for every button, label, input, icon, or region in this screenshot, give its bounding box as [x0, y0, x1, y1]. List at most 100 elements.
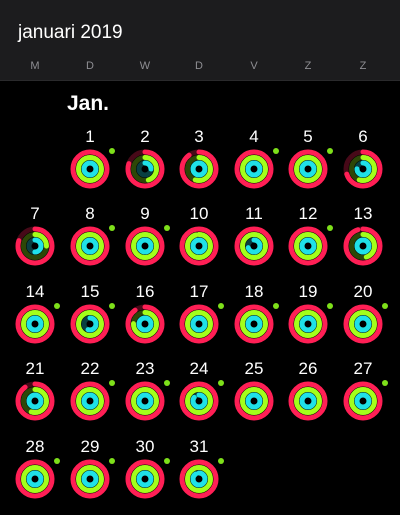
calendar-day[interactable]: 1 — [63, 127, 117, 201]
goal-achieved-dot — [273, 148, 279, 154]
ring-progress — [81, 392, 99, 410]
ring-progress — [245, 392, 263, 410]
calendar-day[interactable]: 17 — [172, 282, 226, 356]
day-number: 26 — [298, 359, 318, 378]
activity-rings-icon — [125, 304, 165, 344]
activity-rings-icon — [70, 226, 110, 266]
activity-rings-icon — [125, 149, 165, 189]
activity-rings-icon — [125, 381, 165, 421]
calendar-day[interactable]: 5 — [281, 127, 335, 201]
goal-achieved-dot — [109, 380, 115, 386]
day-number: 8 — [85, 204, 95, 223]
ring-progress — [190, 160, 208, 178]
day-number: 2 — [140, 127, 150, 146]
day-number: 1 — [85, 127, 95, 146]
day-number: 31 — [189, 437, 209, 456]
calendar-day[interactable]: 29 — [63, 437, 117, 511]
calendar-day[interactable]: 11 — [227, 204, 281, 278]
ring-progress — [136, 237, 154, 255]
day-number: 16 — [135, 282, 155, 301]
calendar-day[interactable]: 13 — [336, 204, 390, 278]
goal-achieved-dot — [109, 148, 115, 154]
activity-rings-icon — [179, 381, 219, 421]
ring-progress — [136, 470, 154, 488]
day-number: 23 — [135, 359, 155, 378]
calendar-day[interactable]: 26 — [281, 359, 335, 433]
ring-progress — [26, 392, 44, 410]
calendar-day[interactable]: 22 — [63, 359, 117, 433]
ring-progress — [81, 470, 99, 488]
calendar-day[interactable]: 8 — [63, 204, 117, 278]
day-number: 19 — [298, 282, 318, 301]
activity-rings-icon — [179, 459, 219, 499]
weekday-header: M D W D V Z Z — [0, 60, 400, 74]
goal-achieved-dot — [218, 380, 224, 386]
calendar-day[interactable]: 20 — [336, 282, 390, 356]
ring-progress — [299, 237, 317, 255]
calendar-day[interactable]: 15 — [63, 282, 117, 356]
activity-rings-icon — [179, 149, 219, 189]
goal-achieved-dot — [164, 458, 170, 464]
day-number: 4 — [249, 127, 259, 146]
day-number: 13 — [353, 204, 373, 223]
calendar-day[interactable]: 27 — [336, 359, 390, 433]
day-number: 30 — [135, 437, 155, 456]
activity-rings-icon — [343, 381, 383, 421]
ring-progress — [299, 160, 317, 178]
calendar-day[interactable]: 25 — [227, 359, 281, 433]
activity-rings-icon — [15, 381, 55, 421]
goal-achieved-dot — [327, 225, 333, 231]
day-number: 10 — [189, 204, 209, 223]
calendar-day[interactable]: 18 — [227, 282, 281, 356]
calendar-day[interactable]: 6 — [336, 127, 390, 201]
ring-progress — [190, 237, 208, 255]
weekday-label: D — [195, 60, 203, 72]
calendar-day[interactable]: 4 — [227, 127, 281, 201]
weekday-label: V — [250, 60, 258, 72]
activity-rings-icon — [179, 304, 219, 344]
calendar-day[interactable]: 19 — [281, 282, 335, 356]
goal-achieved-dot — [164, 380, 170, 386]
day-number: 6 — [358, 127, 368, 146]
day-number: 7 — [30, 204, 40, 223]
day-number: 17 — [189, 282, 209, 301]
ring-progress — [354, 315, 372, 333]
calendar-day[interactable]: 3 — [172, 127, 226, 201]
calendar-day[interactable]: 23 — [118, 359, 172, 433]
calendar-day[interactable]: 28 — [8, 437, 62, 511]
calendar-day[interactable]: 14 — [8, 282, 62, 356]
calendar-day[interactable]: 16 — [118, 282, 172, 356]
ring-progress — [136, 392, 154, 410]
calendar-day[interactable]: 31 — [172, 437, 226, 511]
ring-progress — [136, 315, 154, 333]
day-number: 14 — [25, 282, 45, 301]
activity-rings-icon — [15, 304, 55, 344]
ring-progress — [190, 315, 208, 333]
goal-achieved-dot — [54, 458, 60, 464]
day-number: 24 — [189, 359, 209, 378]
goal-achieved-dot — [109, 303, 115, 309]
calendar-day[interactable]: 10 — [172, 204, 226, 278]
goal-achieved-dot — [218, 458, 224, 464]
calendar-day[interactable]: 7 — [8, 204, 62, 278]
weekday-label: Z — [304, 60, 312, 72]
calendar-day[interactable]: 12 — [281, 204, 335, 278]
weekday-label: M — [30, 60, 40, 72]
day-number: 12 — [298, 204, 318, 223]
calendar-day[interactable]: 24 — [172, 359, 226, 433]
activity-rings-icon — [234, 304, 274, 344]
day-number: 25 — [244, 359, 264, 378]
activity-rings-icon — [179, 226, 219, 266]
header-bar: januari 2019 M D W D V Z Z — [0, 0, 400, 81]
day-number: 11 — [245, 204, 263, 223]
calendar-day[interactable]: 30 — [118, 437, 172, 511]
activity-rings-icon — [343, 304, 383, 344]
calendar-day[interactable]: 2 — [118, 127, 172, 201]
ring-progress — [190, 470, 208, 488]
calendar-day[interactable]: 9 — [118, 204, 172, 278]
calendar-day[interactable]: 21 — [8, 359, 62, 433]
goal-achieved-dot — [109, 458, 115, 464]
ring-progress — [81, 160, 99, 178]
activity-rings-icon — [70, 304, 110, 344]
activity-rings-icon — [288, 226, 328, 266]
